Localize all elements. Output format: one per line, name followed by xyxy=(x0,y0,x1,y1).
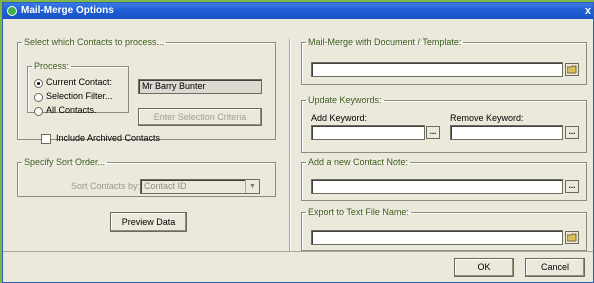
vertical-divider xyxy=(289,39,291,269)
current-contact-field: Mr Barry Bunter xyxy=(138,79,262,94)
mail-merge-legend: Mail-Merge with Document / Template: xyxy=(308,37,462,47)
sort-order-group: Specify Sort Order... Sort Contacts by: … xyxy=(17,157,276,197)
radio-all-contacts[interactable] xyxy=(34,107,43,116)
include-archived-label: Include Archived Contacts xyxy=(56,133,161,143)
mail-merge-template-input[interactable] xyxy=(311,62,563,77)
radio-all-contacts-label: All Contacts. xyxy=(46,105,97,115)
remove-keyword-browse-button[interactable]: ... xyxy=(565,126,579,139)
contact-note-legend: Add a new Contact Note: xyxy=(308,157,409,167)
sort-order-legend: Specify Sort Order... xyxy=(24,157,106,167)
close-icon[interactable]: x xyxy=(585,3,591,19)
process-group-legend: Process: xyxy=(34,61,70,71)
contact-note-group: Add a new Contact Note: ... xyxy=(301,157,587,201)
chevron-down-icon[interactable]: ▼ xyxy=(245,180,259,193)
sort-by-label: Sort Contacts by: xyxy=(71,181,141,191)
remove-keyword-label: Remove Keyword: xyxy=(450,113,524,123)
window-title: Mail-Merge Options xyxy=(21,5,114,16)
mail-merge-group: Mail-Merge with Document / Template: xyxy=(301,37,587,85)
radio-selection-filter[interactable] xyxy=(34,93,43,102)
add-keyword-browse-button[interactable]: ... xyxy=(426,126,440,139)
contacts-group-legend: Select which Contacts to process... xyxy=(24,37,165,47)
radio-current-contact-label: Current Contact: xyxy=(46,77,113,87)
app-icon xyxy=(7,6,17,16)
export-legend: Export to Text File Name: xyxy=(308,207,409,217)
export-group: Export to Text File Name: xyxy=(301,207,587,251)
ok-button[interactable]: OK xyxy=(454,258,514,277)
preview-data-button[interactable]: Preview Data xyxy=(110,212,187,232)
contact-note-input[interactable] xyxy=(311,179,563,194)
contacts-group: Select which Contacts to process... Proc… xyxy=(17,37,276,144)
sort-by-value: Contact ID xyxy=(144,181,187,191)
update-keywords-legend: Update Keywords: xyxy=(308,95,382,105)
radio-current-contact[interactable] xyxy=(34,79,43,88)
enter-selection-criteria-button[interactable]: Enter Selection Criteria xyxy=(138,108,262,126)
folder-icon[interactable] xyxy=(565,231,579,244)
cancel-button[interactable]: Cancel xyxy=(525,258,585,277)
contact-note-browse-button[interactable]: ... xyxy=(565,180,579,193)
button-bar: OK Cancel xyxy=(3,251,593,282)
mail-merge-options-dialog: Mail-Merge Options x Select which Contac… xyxy=(2,2,594,283)
sort-by-dropdown[interactable]: Contact ID ▼ xyxy=(140,179,260,194)
folder-icon[interactable] xyxy=(565,63,579,76)
process-group: Process: Current Contact: Selection Filt… xyxy=(27,61,129,116)
add-keyword-input[interactable] xyxy=(311,125,425,140)
update-keywords-group: Update Keywords: Add Keyword: Remove Key… xyxy=(301,95,587,153)
dialog-content: Select which Contacts to process... Proc… xyxy=(3,19,593,269)
remove-keyword-input[interactable] xyxy=(450,125,563,140)
export-file-input[interactable] xyxy=(311,230,563,245)
radio-selection-filter-label: Selection Filter... xyxy=(46,91,113,101)
include-archived-checkbox[interactable] xyxy=(41,134,51,144)
title-bar[interactable]: Mail-Merge Options x xyxy=(3,3,593,19)
add-keyword-label: Add Keyword: xyxy=(311,113,368,123)
